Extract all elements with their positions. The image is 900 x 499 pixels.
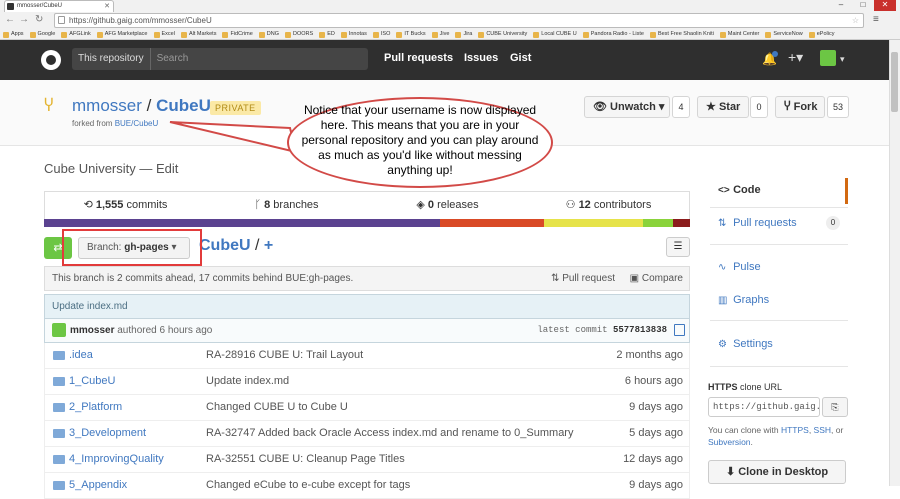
sidebar-item-pulse[interactable]: ∿ Pulse: [718, 261, 761, 273]
callout-text: Notice that your username is now display…: [301, 103, 539, 177]
clone-url-label: clone URL: [740, 382, 783, 392]
gear-icon: ⚙: [718, 339, 727, 350]
graph-icon: ▥: [718, 295, 728, 306]
sidebar-code-label: Code: [733, 184, 761, 196]
clone-desktop-label: Clone in Desktop: [738, 466, 829, 478]
sidebar-item-settings[interactable]: ⚙ Settings: [718, 338, 773, 350]
callout-tail: [169, 121, 298, 154]
clipboard-copy-icon[interactable]: ⎘: [822, 397, 848, 417]
scrollbar-thumb[interactable]: [891, 52, 898, 112]
sidebar-pr-label: Pull requests: [733, 217, 797, 229]
clone-note-prefix: You can clone with: [708, 425, 781, 435]
clone-note: You can clone with HTTPS, SSH, or Subver…: [708, 425, 844, 447]
sidebar-item-code[interactable]: <> Code: [718, 184, 761, 196]
pr-count-badge: 0: [826, 216, 840, 230]
sidebar-divider: [710, 320, 848, 321]
clone-url-heading: HTTPS clone URL: [708, 382, 782, 392]
sidebar-settings-label: Settings: [733, 338, 773, 350]
code-icon: <>: [718, 185, 730, 196]
sidebar-pulse-label: Pulse: [733, 261, 761, 273]
clone-subversion-link[interactable]: Subversion: [708, 437, 751, 447]
clone-note-end: .: [750, 437, 753, 447]
sidebar-divider: [710, 207, 848, 208]
clone-url-input[interactable]: https://github.gaig.com/mmosser/CubeU.gi…: [708, 397, 820, 417]
clone-ssh-link[interactable]: SSH: [814, 425, 831, 435]
sidebar-divider: [710, 366, 848, 367]
desktop-download-icon: ⬇: [725, 466, 736, 478]
sidebar-item-graphs[interactable]: ▥ Graphs: [718, 294, 769, 306]
sidebar-graphs-label: Graphs: [733, 294, 770, 306]
https-label: HTTPS: [708, 382, 738, 392]
pull-request-icon: ⇅: [718, 218, 727, 229]
clone-https-link[interactable]: HTTPS: [781, 425, 809, 435]
pulse-icon: ∿: [718, 262, 727, 273]
clone-or-text: , or: [831, 425, 844, 435]
sidebar-divider: [710, 244, 848, 245]
sidebar-item-pull-requests[interactable]: ⇅ Pull requests: [718, 217, 797, 229]
clone-in-desktop-button[interactable]: ⬇ Clone in Desktop: [708, 460, 846, 484]
code-selected-indicator: [845, 178, 848, 204]
